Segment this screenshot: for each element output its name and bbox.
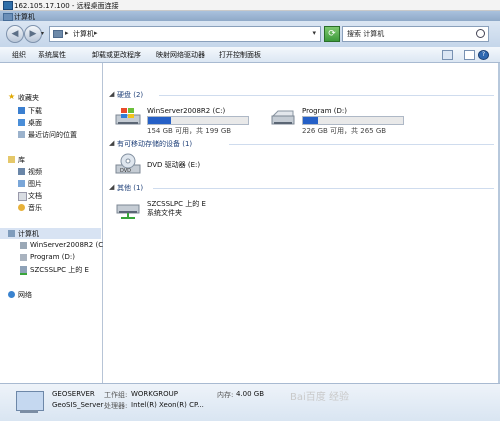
network-drive-icon xyxy=(20,266,27,275)
rdp-icon xyxy=(3,1,13,10)
drive-name: WinServer2008R2 (C:) xyxy=(147,107,226,115)
address-location[interactable]: 计算机 xyxy=(73,29,94,39)
rdp-titlebar: 162.105.17.100 - 远程桌面连接 xyxy=(0,0,500,11)
collapse-icon[interactable]: ◢ xyxy=(109,90,114,98)
computer-stand xyxy=(20,410,38,413)
drive-free-space: 226 GB 可用，共 265 GB xyxy=(302,127,387,135)
computer-icon xyxy=(8,230,15,237)
cpu-label: 处理器: xyxy=(104,402,128,410)
drive-usage-fill xyxy=(303,117,318,124)
explorer-window: 计算机 ◀ ▶ ▾ ▸ 计算机 ▸ ▾ ⟳ 搜索 计算机 组织 系统属性 卸载或… xyxy=(0,11,500,421)
view-controls: ? xyxy=(442,50,492,60)
network-drive-icon xyxy=(115,199,141,219)
search-icon[interactable] xyxy=(476,29,485,38)
navigation-pane: ★ 收藏夹 下载 桌面 最近访问的位置 库 视频 图片 文档 音乐 计算机 Wi… xyxy=(0,63,103,383)
computer-name: GEOSERVER xyxy=(52,390,95,398)
forward-button[interactable]: ▶ xyxy=(24,25,42,43)
group-divider xyxy=(153,188,494,189)
memory-value: 4.00 GB xyxy=(236,390,265,398)
star-icon: ★ xyxy=(8,92,16,101)
videos-icon xyxy=(18,168,25,175)
collapse-icon[interactable]: ◢ xyxy=(109,139,114,147)
windows-drive-icon xyxy=(20,242,27,249)
group-header-hdd[interactable]: ◢ 硬盘 (2) xyxy=(109,90,494,99)
drive-usage-bar xyxy=(147,116,249,125)
search-input[interactable]: 搜索 计算机 xyxy=(342,26,489,42)
music-icon xyxy=(18,204,25,211)
back-button[interactable]: ◀ xyxy=(6,25,24,43)
windows-drive-icon xyxy=(115,107,141,127)
svg-text:DVD: DVD xyxy=(120,168,131,174)
downloads-icon xyxy=(18,107,25,114)
user-name: GeoSIS_Server xyxy=(52,401,104,409)
breadcrumb-dropdown-icon[interactable]: ▸ xyxy=(94,29,98,37)
details-pane: GEOSERVER 工作组: WORKGROUP 内存: 4.00 GB Geo… xyxy=(0,383,500,421)
help-icon[interactable]: ? xyxy=(478,50,489,60)
dvd-drive-icon: DVD xyxy=(115,153,141,174)
group-title-removable: 有可移动存储的设备 (1) xyxy=(117,140,193,148)
drive-item-c[interactable]: WinServer2008R2 (C:) 154 GB 可用，共 199 GB xyxy=(115,107,275,135)
drive-name: Program (D:) xyxy=(302,107,347,115)
window-titlebar: 计算机 xyxy=(0,11,500,21)
group-header-removable[interactable]: ◢ 有可移动存储的设备 (1) xyxy=(109,139,494,148)
group-header-other[interactable]: ◢ 其他 (1) xyxy=(109,183,494,192)
desktop-icon xyxy=(18,119,25,126)
system-properties-button[interactable]: 系统属性 xyxy=(38,50,66,60)
documents-icon xyxy=(18,192,27,201)
map-network-drive-button[interactable]: 映射网络驱动器 xyxy=(156,50,205,60)
group-title-hdd: 硬盘 (2) xyxy=(117,91,144,99)
computer-icon xyxy=(16,391,44,411)
history-dropdown-icon[interactable]: ▾ xyxy=(41,30,44,37)
memory-label: 内存: xyxy=(217,391,234,399)
refresh-button[interactable]: ⟳ xyxy=(324,26,340,42)
cpu-value: Intel(R) Xeon(R) CP... xyxy=(131,401,204,409)
pictures-icon xyxy=(18,180,25,187)
dvd-drive-name: DVD 驱动器 (E:) xyxy=(147,161,201,169)
drive-icon xyxy=(20,254,27,261)
search-placeholder: 搜索 计算机 xyxy=(347,30,385,38)
collapse-icon[interactable]: ◢ xyxy=(109,183,114,191)
content-pane: ◢ 硬盘 (2) WinServer2008R2 (C:) 154 GB 可用，… xyxy=(103,63,498,383)
watermark: Bai百度 经验 xyxy=(290,392,349,403)
library-icon xyxy=(8,156,15,163)
command-bar: 组织 系统属性 卸载或更改程序 映射网络驱动器 打开控制面板 ? xyxy=(0,47,500,63)
group-title-other: 其他 (1) xyxy=(117,184,144,192)
drive-icon xyxy=(270,107,296,127)
network-share-type: 系统文件夹 xyxy=(147,209,182,217)
drive-free-space: 154 GB 可用，共 199 GB xyxy=(147,127,232,135)
uninstall-program-button[interactable]: 卸载或更改程序 xyxy=(92,50,141,60)
computer-icon xyxy=(53,30,63,38)
navigation-bar: ◀ ▶ ▾ ▸ 计算机 ▸ ▾ ⟳ 搜索 计算机 xyxy=(0,21,500,47)
network-icon xyxy=(8,291,15,298)
drive-usage-bar xyxy=(302,116,404,125)
workgroup-label: 工作组: xyxy=(104,391,128,399)
recent-places-icon xyxy=(18,131,25,138)
change-view-icon[interactable] xyxy=(442,50,453,60)
computer-icon xyxy=(3,13,13,21)
preview-pane-icon[interactable] xyxy=(464,50,475,60)
rdp-title: 162.105.17.100 - 远程桌面连接 xyxy=(14,2,119,10)
address-bar[interactable]: ▸ 计算机 ▸ ▾ xyxy=(49,26,321,42)
drive-usage-fill xyxy=(148,117,171,124)
group-divider xyxy=(159,95,494,96)
network-share-item[interactable]: SZCSSLPC 上的 E 系统文件夹 xyxy=(115,199,255,225)
dvd-drive-item[interactable]: DVD DVD 驱动器 (E:) xyxy=(115,153,255,179)
selection-highlight xyxy=(0,228,101,239)
organize-menu[interactable]: 组织 xyxy=(12,50,26,60)
drive-item-d[interactable]: Program (D:) 226 GB 可用，共 265 GB xyxy=(270,107,430,135)
open-control-panel-button[interactable]: 打开控制面板 xyxy=(219,50,261,60)
group-divider xyxy=(229,144,494,145)
workgroup-value: WORKGROUP xyxy=(131,390,179,398)
address-dropdown-icon[interactable]: ▾ xyxy=(312,29,316,37)
breadcrumb-separator-icon[interactable]: ▸ xyxy=(65,29,69,37)
